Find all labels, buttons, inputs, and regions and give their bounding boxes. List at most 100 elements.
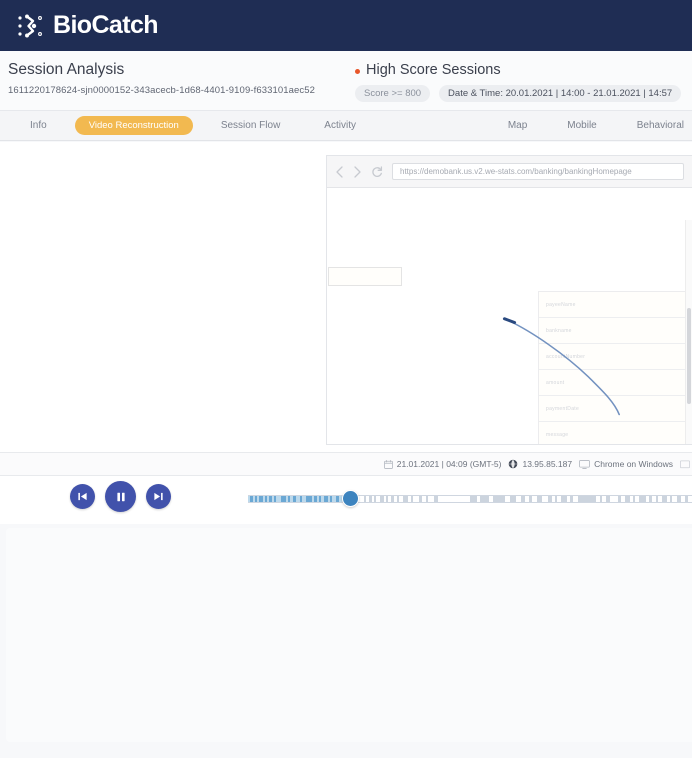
page-scrollbar[interactable] (685, 220, 692, 444)
session-info: Session Analysis 1611220178624-sjn000015… (0, 51, 355, 110)
reload-icon[interactable] (371, 165, 383, 178)
timeline-tick (419, 496, 422, 502)
timeline-tick (529, 496, 532, 502)
timeline-tick (618, 496, 621, 502)
timeline-tick (561, 496, 567, 502)
timeline-tick (265, 496, 267, 502)
timeline-tick (606, 496, 610, 502)
timeline-tick (662, 496, 667, 502)
timeline-tick (336, 496, 339, 502)
brand-logo[interactable]: BioCatch (16, 12, 159, 40)
secondary-tabs: Map Mobile Behavioral (488, 111, 692, 141)
timeline-progress-fill (248, 496, 350, 502)
biocatch-node-logo-icon (18, 14, 42, 37)
expand-icon[interactable] (680, 459, 690, 469)
timeline-tick (314, 496, 317, 502)
timeline-tick (570, 496, 573, 502)
tab-info[interactable]: Info (8, 111, 69, 141)
primary-tabs: Info Video Reconstruction Session Flow A… (0, 111, 378, 141)
skip-back-button[interactable] (70, 484, 95, 509)
session-meta-bar: 21.01.2021 | 04:09 (GMT-5) 13.95.85.187 … (0, 452, 692, 476)
timeline-handle[interactable] (342, 490, 359, 507)
timeline-tick (600, 496, 602, 502)
skip-forward-icon (154, 492, 163, 501)
pause-icon (116, 492, 125, 501)
meta-ip-value: 13.95.85.187 (522, 459, 573, 469)
timeline-scrubber[interactable] (248, 490, 692, 507)
tab-session-flow[interactable]: Session Flow (199, 111, 302, 141)
tab-map[interactable]: Map (488, 111, 547, 141)
address-bar[interactable]: https://demobank.us.v2.we-stats.com/bank… (392, 163, 684, 180)
timeline-tick (578, 496, 596, 502)
form-field-row[interactable]: amount (539, 370, 692, 396)
address-bar-url: https://demobank.us.v2.we-stats.com/bank… (400, 167, 632, 176)
form-field-row[interactable]: paymentDate (539, 396, 692, 422)
timeline-tick (625, 496, 630, 502)
meta-device: Chrome on Windows (579, 459, 673, 469)
timeline-tick (493, 496, 505, 502)
filter-status-dot-icon (355, 68, 360, 74)
timeline-tick (649, 496, 652, 502)
filter-title: High Score Sessions (366, 62, 501, 78)
timeline-tick (537, 496, 542, 502)
timeline-tick (369, 496, 372, 502)
timeline-tick (411, 496, 413, 502)
timeline-tick (391, 496, 394, 502)
timeline-tick (330, 496, 332, 502)
timeline-tick (269, 496, 272, 502)
back-icon[interactable] (335, 165, 344, 178)
skip-back-icon (78, 492, 87, 501)
player-controls (70, 481, 171, 512)
session-id: 1611220178624-sjn0000152-343acecb-1d68-4… (8, 85, 316, 96)
app-header: BioCatch (0, 0, 692, 51)
forward-icon[interactable] (353, 165, 362, 178)
lower-detail-panel (0, 524, 692, 758)
offscreen-content-hint (0, 748, 692, 758)
timeline-tick (254, 496, 257, 502)
score-filter-chip[interactable]: Score >= 800 (355, 85, 431, 102)
timeline-tick (386, 496, 388, 502)
timeline-tick (426, 496, 428, 502)
timeline-tick (677, 496, 681, 502)
timeline-tick (480, 496, 489, 502)
timeline-tick (293, 496, 296, 502)
timeline-tick (288, 496, 290, 502)
tab-bar: Info Video Reconstruction Session Flow A… (0, 111, 692, 141)
form-field-row[interactable]: accountNumber (539, 344, 692, 370)
tab-activity[interactable]: Activity (302, 111, 378, 141)
timeline-tick (258, 496, 263, 502)
form-field-row[interactable]: payeeName (539, 292, 692, 318)
lower-detail-card (6, 528, 692, 742)
timeline-tick (324, 496, 328, 502)
video-reconstruction-page: BioCatch Session Analysis 1611220178624-… (0, 0, 692, 758)
replay-stage: https://demobank.us.v2.we-stats.com/bank… (0, 142, 692, 452)
tab-mobile[interactable]: Mobile (547, 111, 616, 141)
timeline-tick (300, 496, 302, 502)
timeline-tick (319, 496, 321, 502)
timeline-tick (249, 496, 253, 502)
tab-video-reconstruction[interactable]: Video Reconstruction (74, 116, 193, 135)
pause-button[interactable] (105, 481, 136, 512)
timeline-tick (281, 496, 286, 502)
timeline-tick (397, 496, 399, 502)
form-field-label: bankname (546, 327, 572, 334)
timeline-tick (510, 496, 516, 502)
page-scrollbar-thumb[interactable] (687, 308, 691, 404)
meta-ip: 13.95.85.187 (508, 459, 572, 469)
tab-behavioral[interactable]: Behavioral (617, 111, 690, 141)
timeline-tick (470, 496, 477, 502)
timeline-tick (670, 496, 672, 502)
timeline-tick (374, 496, 376, 502)
skip-forward-button[interactable] (146, 484, 171, 509)
page-input-box[interactable] (328, 267, 402, 286)
timeline-tick (402, 496, 408, 502)
payment-form-panel: payeeName bankname accountNumber amount … (538, 291, 692, 444)
timeline-track[interactable] (248, 495, 692, 503)
date-range-chip[interactable]: Date & Time: 20.01.2021 | 14:00 - 21.01.… (439, 85, 682, 102)
timeline-tick (274, 496, 276, 502)
form-field-row[interactable]: message (539, 422, 692, 444)
timeline-tick (633, 496, 635, 502)
timeline-tick (639, 496, 646, 502)
form-field-label: payeeName (546, 301, 576, 308)
form-field-row[interactable]: bankname (539, 318, 692, 344)
